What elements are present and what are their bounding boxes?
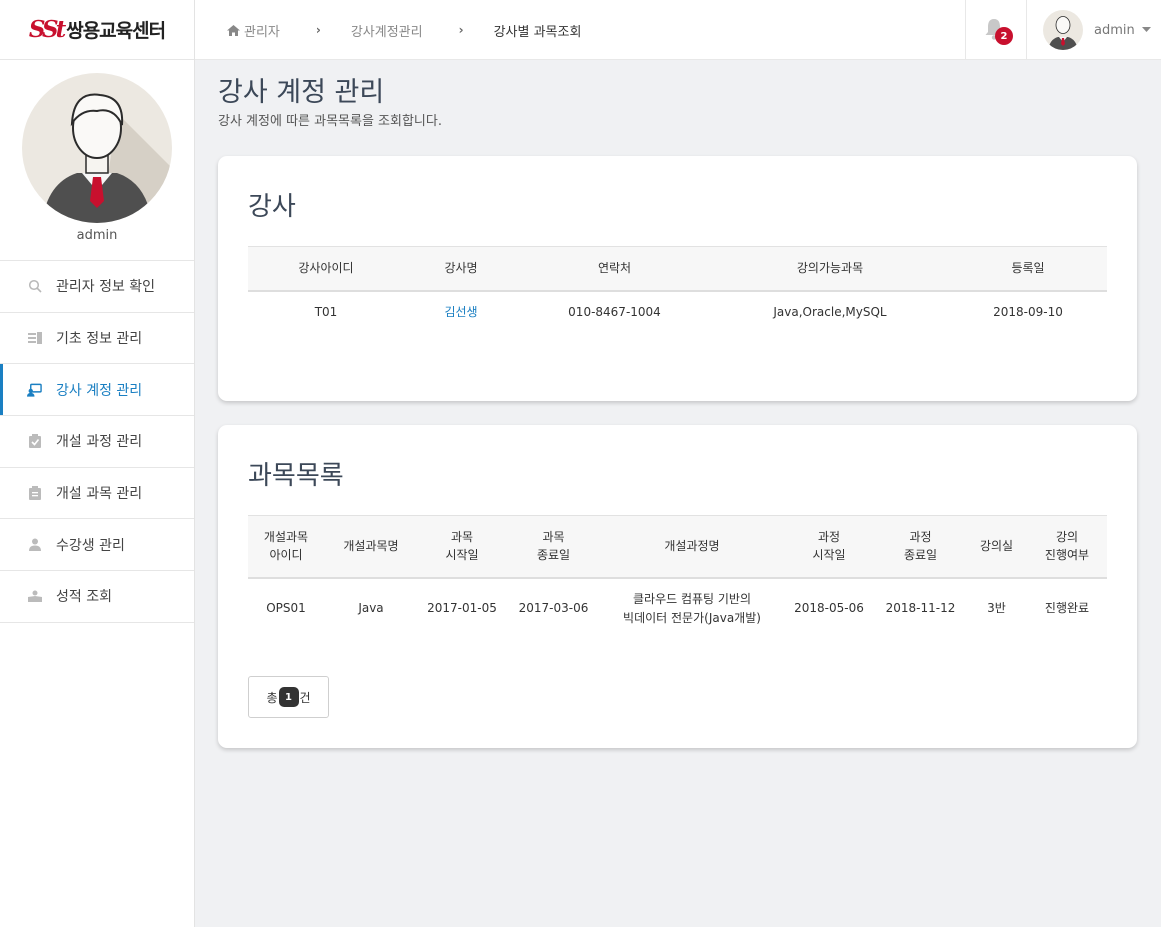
profile: admin — [0, 60, 194, 261]
chevron-right-icon: › — [315, 23, 321, 37]
column-header: 강사아이디 — [248, 246, 404, 292]
teacher-card: 강사 강사아이디 강사명 연락처 강의가능과목 등록일 T01 김선생 010-… — [218, 156, 1137, 401]
breadcrumb-home[interactable]: 관리자 — [227, 21, 280, 40]
column-header: 강의 진행여부 — [1027, 515, 1107, 579]
user-icon — [27, 537, 42, 552]
column-header: 강사명 — [404, 246, 518, 292]
notification-badge: 2 — [995, 27, 1013, 45]
subject-start: 2017-01-05 — [427, 601, 497, 616]
sidebar-item-grade[interactable]: 성적 조회 — [0, 571, 194, 623]
logo[interactable]: SSt 쌍용교육센터 — [28, 16, 166, 43]
teacher-id: T01 — [314, 305, 338, 320]
teacher-icon — [27, 382, 42, 397]
teacher-name-link[interactable]: 김선생 — [404, 291, 518, 335]
table-row: T01 김선생 010-8467-1004 Java,Oracle,MySQL … — [248, 291, 1107, 335]
sidebar-item-label: 성적 조회 — [56, 589, 112, 606]
pager-suffix: 건 — [299, 690, 311, 705]
breadcrumb-label: 관리자 — [244, 24, 280, 40]
sidebar: SSt 쌍용교육센터 admin 관리자 정보 확인 기초 정보 관리 강사 계… — [0, 0, 195, 927]
sidebar-item-subject[interactable]: 개설 과목 관리 — [0, 468, 194, 520]
logo-area: SSt 쌍용교육센터 — [0, 0, 194, 60]
sidebar-item-label: 관리자 정보 확인 — [56, 279, 156, 296]
column-header: 강의실 — [966, 515, 1027, 579]
logo-text: 쌍용교육센터 — [66, 20, 166, 42]
total-count-pager[interactable]: 총 1 건 — [248, 676, 329, 718]
breadcrumb-label: 강사계정관리 — [350, 24, 423, 40]
caret-down-icon — [1141, 27, 1151, 33]
chevron-right-icon: › — [458, 23, 464, 37]
column-header: 개설과목명 — [324, 515, 418, 579]
home-icon — [227, 24, 240, 36]
list-icon — [27, 331, 42, 346]
column-header: 과정 시작일 — [783, 515, 875, 579]
clipboard-icon — [27, 486, 42, 501]
table-header-row: 개설과목 아이디 개설과목명 과목 시작일 과목 종료일 개설과정명 과정 시작일 과정… — [248, 515, 1107, 579]
clipboard-check-icon — [27, 434, 42, 449]
notification-button[interactable]: 2 — [965, 0, 1027, 60]
breadcrumb-label: 강사별 과목조회 — [493, 24, 582, 40]
avatar — [22, 73, 172, 223]
sidebar-item-label: 수강생 관리 — [56, 537, 125, 554]
sidebar-item-basic-info[interactable]: 기초 정보 관리 — [0, 313, 194, 365]
user-menu[interactable]: admin — [1043, 0, 1151, 60]
page-subtitle: 강사 계정에 따른 과목목록을 조회합니다. — [218, 113, 442, 129]
subject-table: 개설과목 아이디 개설과목명 과목 시작일 과목 종료일 개설과정명 과정 시작일 과정… — [248, 515, 1107, 640]
sidebar-item-course[interactable]: 개설 과정 관리 — [0, 416, 194, 468]
pager-count: 1 — [278, 687, 299, 707]
teacher-reg-date: 2018-09-10 — [993, 305, 1063, 320]
column-header: 과목 시작일 — [418, 515, 506, 579]
search-icon — [27, 279, 42, 294]
subject-name: Java — [358, 601, 384, 616]
progress-status: 진행완료 — [1044, 601, 1090, 616]
column-header: 연락처 — [518, 246, 711, 292]
profile-name: admin — [76, 228, 118, 243]
breadcrumb-teacher-account[interactable]: 강사계정관리 — [351, 21, 423, 40]
table-row: OPS01 Java 2017-01-05 2017-03-06 클라우드 컴퓨… — [248, 578, 1107, 640]
sidebar-item-student[interactable]: 수강생 관리 — [0, 519, 194, 572]
page-header: 강사 계정 관리 강사 계정에 따른 과목목록을 조회합니다. — [218, 78, 442, 129]
user-name: admin — [1094, 22, 1135, 38]
column-header: 등록일 — [949, 246, 1107, 292]
course-end: 2018-11-12 — [885, 601, 956, 616]
card-title: 과목목록 — [248, 461, 344, 491]
sidebar-nav: 관리자 정보 확인 기초 정보 관리 강사 계정 관리 개설 과정 관리 개설 … — [0, 261, 194, 623]
column-header: 개설과목 아이디 — [248, 515, 324, 579]
sidebar-item-label: 강사 계정 관리 — [56, 382, 143, 399]
topbar: 관리자 › 강사계정관리 › 강사별 과목조회 2 admin — [195, 0, 1161, 60]
logo-mark: SSt — [28, 16, 66, 43]
pager-prefix: 총 — [266, 690, 278, 705]
column-header: 과정 종료일 — [875, 515, 966, 579]
breadcrumb-current: 강사별 과목조회 — [494, 21, 582, 40]
sidebar-item-label: 개설 과정 관리 — [56, 434, 143, 451]
column-header: 강의가능과목 — [711, 246, 949, 292]
teacher-phone: 010-8467-1004 — [568, 305, 661, 320]
sidebar-item-admin-info[interactable]: 관리자 정보 확인 — [0, 261, 194, 313]
subject-id: OPS01 — [266, 601, 306, 616]
column-header: 과목 종료일 — [506, 515, 601, 579]
course-start: 2018-05-06 — [794, 601, 864, 616]
page-title: 강사 계정 관리 — [218, 77, 385, 108]
table-header-row: 강사아이디 강사명 연락처 강의가능과목 등록일 — [248, 246, 1107, 292]
user-avatar — [1043, 10, 1083, 50]
grade-icon — [27, 589, 42, 604]
subject-end: 2017-03-06 — [518, 601, 589, 616]
breadcrumb: 관리자 › 강사계정관리 › 강사별 과목조회 — [227, 0, 581, 60]
sidebar-item-teacher-account[interactable]: 강사 계정 관리 — [0, 364, 194, 417]
sidebar-item-label: 개설 과목 관리 — [56, 486, 143, 503]
teacher-subjects: Java,Oracle,MySQL — [773, 305, 887, 320]
classroom: 3반 — [987, 601, 1006, 616]
course-name: 클라우드 컴퓨팅 기반의 빅데이터 전문가(Java개발) — [623, 591, 761, 625]
teacher-table: 강사아이디 강사명 연락처 강의가능과목 등록일 T01 김선생 010-846… — [248, 246, 1107, 335]
subject-card: 과목목록 개설과목 아이디 개설과목명 과목 시작일 과목 종료일 개설과정명 과정 시… — [218, 425, 1137, 748]
card-title: 강사 — [248, 192, 296, 222]
column-header: 개설과정명 — [601, 515, 783, 579]
sidebar-item-label: 기초 정보 관리 — [56, 331, 143, 348]
